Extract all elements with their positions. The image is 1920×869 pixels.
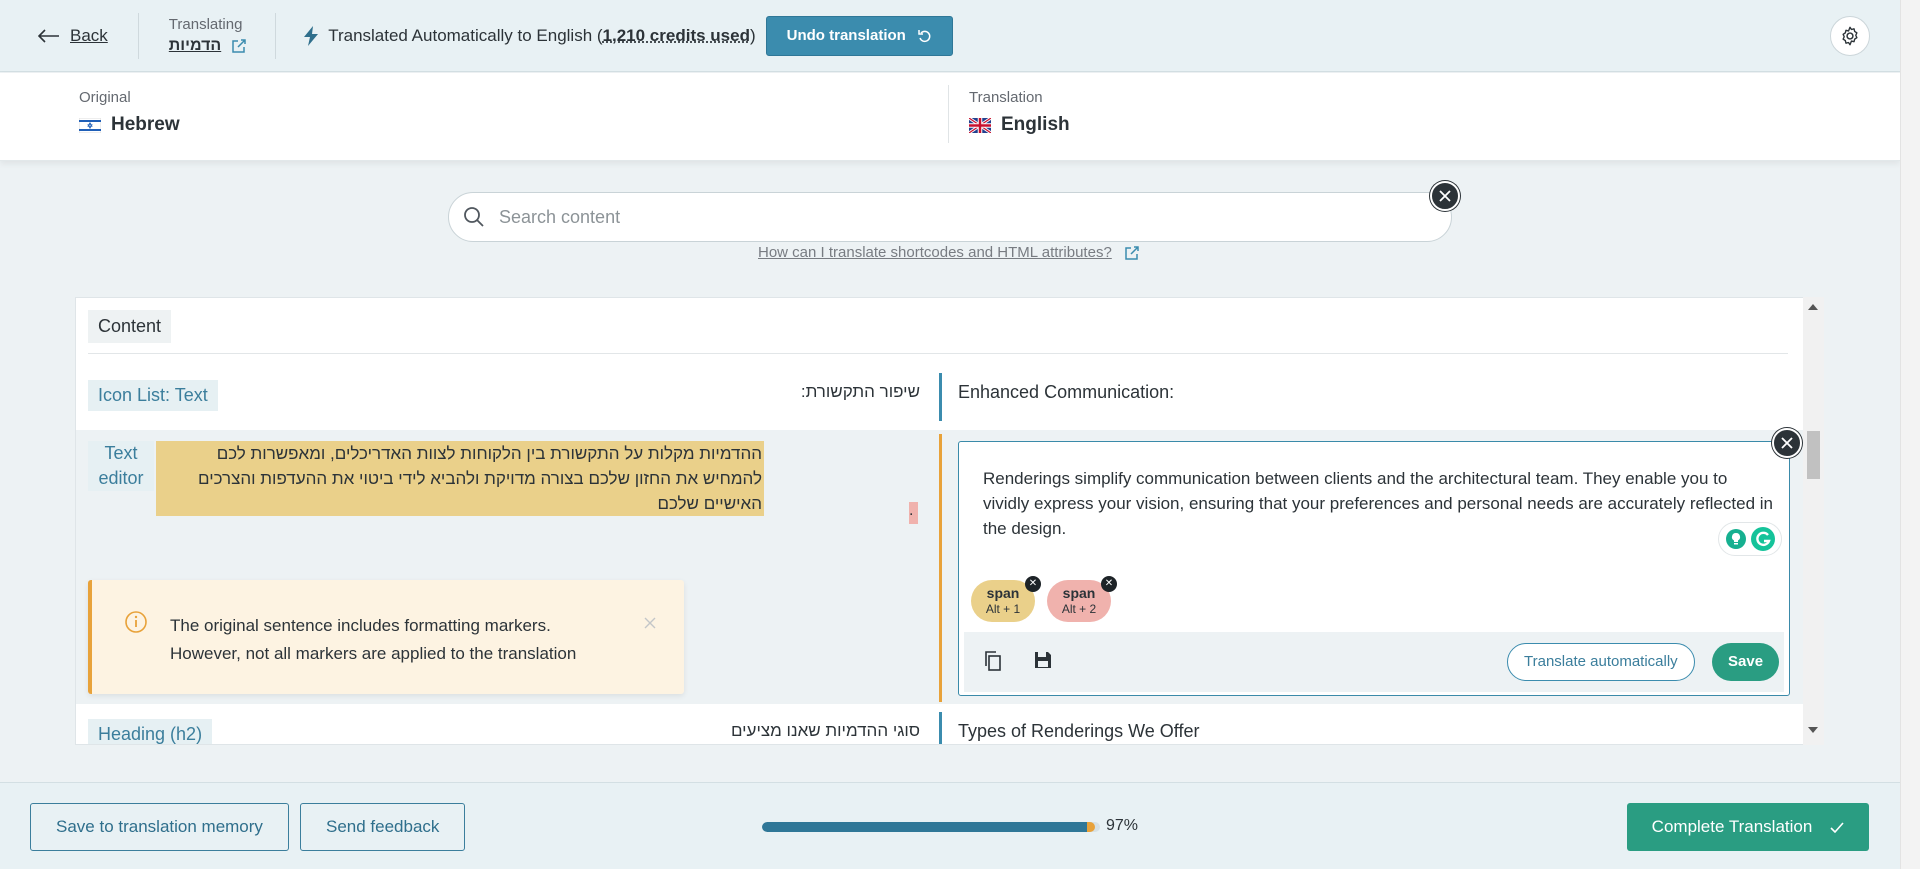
progress-fill: [762, 822, 1096, 832]
type-line: Text: [104, 443, 138, 463]
search-box: [448, 192, 1452, 242]
undo-label: Undo translation: [786, 27, 906, 44]
dismiss-warning-button[interactable]: [644, 612, 656, 635]
original-label: Original: [79, 89, 131, 106]
scroll-thumb[interactable]: [1807, 431, 1820, 479]
divider: [948, 85, 949, 143]
undo-icon: [918, 29, 931, 42]
warning-line: However, not all markers are applied to …: [170, 644, 577, 663]
original-language: Original Hebrew: [79, 89, 180, 136]
original-language-name: Hebrew: [111, 114, 180, 135]
bottom-bar: Save to translation memory Send feedback…: [0, 782, 1900, 869]
credits-used: 1,210 credits used: [602, 25, 750, 45]
marker-chip[interactable]: span Alt + 2 ✕: [1047, 576, 1117, 622]
section-label: Content: [88, 310, 172, 343]
source-highlighted-text: ההדמיות מקלות על התקשורת בין הלקוחות לצו…: [156, 441, 764, 516]
save-button[interactable]: Save: [1712, 643, 1780, 681]
close-icon: [644, 617, 656, 629]
post-title-link[interactable]: הדמיות: [169, 37, 247, 55]
row-indicator: [939, 434, 942, 702]
divider: [275, 12, 277, 59]
back-label: Back: [70, 25, 108, 45]
formatting-warning: The original sentence includes formattin…: [88, 580, 684, 694]
remove-marker-button[interactable]: ✕: [1101, 576, 1117, 592]
progress-bar: [762, 822, 1100, 832]
translation-editor[interactable]: Renderings simplify communication betwee…: [958, 441, 1790, 696]
save-to-translation-memory-button[interactable]: Save to translation memory: [30, 803, 289, 851]
translation-editor-app: Back Translating הדמיות Translated Autom…: [0, 0, 1900, 869]
translation-text[interactable]: Enhanced Communication:: [958, 382, 1174, 403]
uk-flag-icon: [969, 117, 991, 133]
row-indicator: [939, 712, 942, 744]
complete-label: Complete Translation: [1651, 817, 1813, 836]
shortcodes-help-link[interactable]: How can I translate shortcodes and HTML …: [758, 244, 1140, 261]
divider: [137, 12, 139, 59]
content-scrollbar[interactable]: [1803, 297, 1824, 745]
back-button[interactable]: Back: [38, 26, 108, 46]
element-type-tag: Heading (h2): [88, 719, 213, 744]
translating-label: Translating: [168, 16, 243, 33]
translating-info: Translating הדמיות: [169, 16, 247, 55]
warning-line: The original sentence includes formattin…: [170, 616, 551, 635]
arrow-left-icon: [38, 28, 59, 43]
external-link-icon: [1125, 245, 1139, 260]
divider: [88, 353, 1788, 354]
external-link-icon: [232, 39, 246, 53]
source-marker-end: .: [909, 502, 918, 524]
translation-text[interactable]: Types of Renderings We Offer: [958, 721, 1199, 742]
copy-source-button[interactable]: [984, 651, 1002, 676]
source-text: סוגי ההדמיות שאנו מציעים: [730, 721, 920, 740]
translation-input[interactable]: Renderings simplify communication betwee…: [983, 466, 1773, 541]
element-type-tag: Text editor: [88, 441, 154, 491]
marker-shortcut: Alt + 2: [1061, 602, 1097, 616]
copy-icon: [985, 651, 1001, 671]
marker-chip[interactable]: span Alt + 1 ✕: [971, 576, 1041, 622]
remove-marker-button[interactable]: ✕: [1025, 576, 1041, 592]
search-icon: [464, 207, 484, 227]
top-bar: Back Translating הדמיות Translated Autom…: [0, 0, 1900, 72]
marker-shortcut: Alt + 1: [985, 602, 1021, 616]
row-indicator: [939, 373, 942, 421]
settings-button[interactable]: [1830, 16, 1870, 56]
auto-note-suffix: ): [749, 25, 756, 45]
help-link-text: How can I translate shortcodes and HTML …: [758, 244, 1112, 261]
translation-memory-button[interactable]: [1034, 651, 1052, 674]
complete-translation-button[interactable]: Complete Translation: [1627, 803, 1869, 851]
type-line: editor: [98, 468, 144, 488]
lightning-icon: [304, 25, 319, 46]
element-type-tag: Icon List: Text: [88, 380, 218, 411]
close-icon: [1439, 190, 1451, 202]
auto-note-prefix: Translated Automatically to English (: [328, 25, 603, 45]
close-icon: [1781, 437, 1793, 449]
post-title: הדמיות: [168, 37, 222, 54]
scroll-down-arrow[interactable]: [1808, 727, 1818, 733]
source-text: שיפור התקשורת:: [800, 382, 920, 401]
lightbulb-icon: [1725, 529, 1746, 549]
translate-automatically-button[interactable]: Translate automatically: [1507, 643, 1695, 681]
scroll-up-arrow[interactable]: [1808, 304, 1818, 310]
grammarly-widget[interactable]: [1718, 522, 1782, 556]
page-scrollbar[interactable]: [1900, 0, 1920, 869]
save-memory-icon: [1035, 652, 1051, 668]
close-editor-button[interactable]: [1772, 428, 1802, 458]
grammarly-icon: [1750, 527, 1775, 551]
editor-toolbar: Translate automatically Save: [964, 632, 1784, 692]
israel-flag-icon: [79, 117, 101, 133]
send-feedback-button[interactable]: Send feedback: [300, 803, 466, 851]
search-input[interactable]: [499, 206, 1379, 228]
info-icon: [125, 611, 147, 633]
check-icon: [1830, 821, 1844, 833]
content-panel: Content Icon List: Text שיפור התקשורת: E…: [75, 297, 1824, 745]
language-bar: Original Hebrew Translation English: [0, 73, 1900, 161]
close-search-button[interactable]: [1430, 181, 1460, 211]
translation-language-name: English: [1001, 114, 1070, 135]
progress-percent: 97%: [1106, 817, 1139, 834]
translation-label: Translation: [969, 89, 1043, 106]
translation-language: Translation English: [969, 89, 1070, 136]
gear-icon: [1842, 26, 1858, 46]
auto-translation-note: Translated Automatically to English (1,2…: [304, 25, 756, 46]
undo-translation-button[interactable]: Undo translation: [765, 15, 953, 56]
progress-remaining: [1087, 822, 1096, 832]
